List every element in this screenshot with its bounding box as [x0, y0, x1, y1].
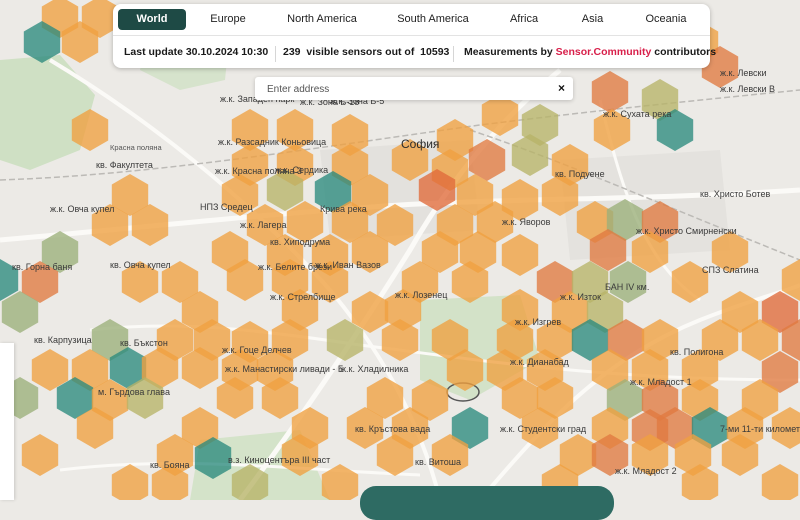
tab-africa[interactable]: Africa: [494, 9, 554, 30]
map-canvas[interactable]: София кв. Факултета ж.к. Овча купел кв. Овч…: [0, 0, 800, 506]
last-update-text: Last update 30.10.2024 10:30: [124, 46, 269, 58]
map-place-label: кв. Хиподрума: [270, 237, 330, 247]
divider: [453, 46, 454, 62]
map-place-label: ж.к. Христо Смирненски: [636, 226, 737, 236]
divider: [275, 46, 276, 62]
map-place-label: ж.к. Стрелбище: [270, 292, 336, 302]
map-place-label: ж.к. Яворов: [502, 217, 551, 227]
map-place-label: ж.к. Овча купел: [50, 204, 114, 214]
map-place-label: ж.к. Иван Вазов: [315, 260, 381, 270]
map-place-label: кв. Витоша: [415, 457, 461, 467]
map-place-label: Красна поляна: [110, 143, 163, 152]
clear-search-icon[interactable]: ×: [558, 81, 565, 96]
map-place-label: ж.к. Сердика: [275, 165, 328, 175]
map-place-label: ж.к. Младост 2: [615, 466, 677, 476]
attribution-text: Measurements by Sensor.Community contrib…: [464, 46, 716, 58]
map-place-label: кв. Христо Ботев: [700, 189, 771, 199]
tab-north-america[interactable]: North America: [273, 9, 371, 30]
map-place-label: 7-ми 11-ти километър: [720, 424, 800, 434]
map-place-label: ж.к. Хладилника: [340, 364, 408, 374]
map-place-label: БАН IV км.: [605, 282, 649, 292]
region-tabs: World Europe North America South America…: [113, 4, 710, 36]
map-place-label: кв. Бояна: [150, 460, 189, 470]
sensor-count-text: 239 visible sensors out of 10593: [283, 46, 449, 58]
side-panel-edge[interactable]: [0, 343, 14, 500]
air-quality-map[interactable]: София кв. Факултета ж.к. Овча купел кв. Овч…: [0, 0, 800, 506]
map-place-label: кв. Бъкстон: [120, 338, 168, 348]
map-place-label: кв. Кръстова вада: [355, 424, 430, 434]
map-place-label: ж.к. Левски В: [720, 84, 775, 94]
tab-europe[interactable]: Europe: [193, 9, 263, 30]
measurements-prefix: Measurements by: [464, 46, 553, 58]
map-place-label: ж.к. Дианабад: [510, 357, 570, 367]
map-place-label: ж.к. Разсадник Коньовица: [218, 137, 326, 147]
measurements-suffix: contributors: [654, 46, 717, 58]
tab-asia[interactable]: Asia: [565, 9, 620, 30]
map-place-label: кв. Факултета: [96, 160, 153, 170]
map-place-label: ж.к. Изток: [560, 292, 601, 302]
map-place-label: СПЗ Слатина: [702, 265, 759, 275]
map-place-label: кв. Горна баня: [12, 262, 72, 272]
map-place-label: ж.к. Лагера: [240, 220, 286, 230]
map-place-label: ж.к. Сухата река: [603, 109, 671, 119]
map-place-label: ж.к. Гоце Делчев: [222, 345, 292, 355]
map-place-label: ж.к. Левски: [720, 68, 767, 78]
map-place-label: м. Гърдова глава: [98, 387, 170, 397]
map-place-label: ж.к. Студентски град: [500, 424, 587, 434]
map-place-label: кв. Полигона: [670, 347, 723, 357]
map-place-label: в.з. Киноцентъра III част: [228, 455, 330, 465]
tab-south-america[interactable]: South America: [383, 9, 483, 30]
total-sensor-count: 10593: [420, 46, 450, 58]
tab-oceania[interactable]: Oceania: [631, 9, 701, 30]
map-place-label: кв. Подуене: [555, 169, 605, 179]
map-place-label: ж.к. Лозенец: [395, 290, 447, 300]
map-place-label: ж.к. Манастирски ливади - Б: [225, 364, 344, 374]
visible-sensor-count: 239: [283, 46, 301, 58]
map-place-label: ж.к. Изгрев: [515, 317, 561, 327]
bottom-action-button[interactable]: [360, 486, 614, 520]
map-place-label: НПЗ Средец: [200, 202, 253, 212]
map-place-label: кв. Карпузица: [34, 335, 92, 345]
map-place-label: Кривa река: [320, 204, 367, 214]
tab-world[interactable]: World: [118, 9, 186, 30]
map-place-label: София: [401, 137, 439, 151]
address-search-input[interactable]: [265, 80, 549, 99]
map-place-label: кв. Овча купел: [110, 260, 171, 270]
sensor-info-bar: Last update 30.10.2024 10:30 239 visible…: [113, 36, 716, 68]
sensor-community-link[interactable]: Sensor.Community: [556, 46, 652, 58]
visible-sensors-label: visible sensors out of: [306, 46, 415, 58]
address-search-box: ×: [255, 77, 573, 100]
top-control-panel: World Europe North America South America…: [113, 4, 716, 68]
map-place-label: ж.к. Младост 1: [630, 377, 692, 387]
